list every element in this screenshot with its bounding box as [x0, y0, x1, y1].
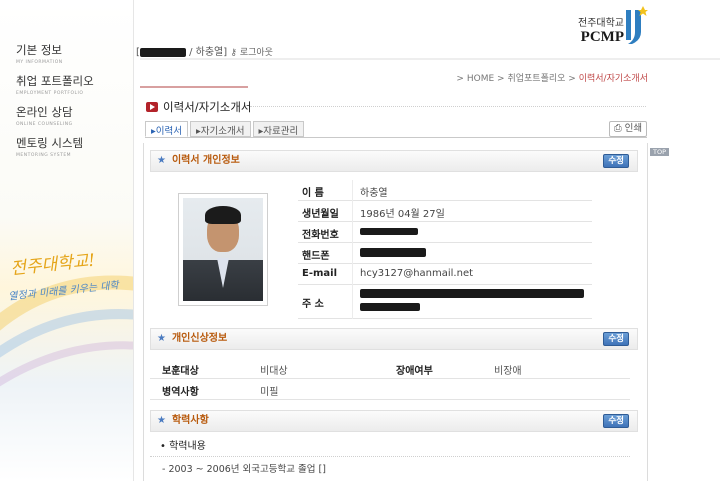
- sidebar-item-basic-info[interactable]: 기본 정보 MY INFORMATION: [16, 42, 63, 65]
- star-icon: ★: [157, 415, 166, 426]
- info-row-birthdate: 생년월일 1986년 04월 27일: [298, 201, 592, 222]
- background-row-2: 병역사항 미필: [150, 379, 630, 400]
- sidebar-item-label: 멘토링 시스템: [16, 136, 84, 150]
- section-header-education: ★ 학력사항 수정: [150, 410, 638, 432]
- info-row-address: 주 소: [298, 285, 592, 319]
- logout-link[interactable]: ⚷ 로그아웃: [230, 48, 273, 58]
- star-icon: ★: [157, 333, 166, 344]
- education-divider: [150, 456, 630, 457]
- logo-text-en: PCMP: [580, 29, 624, 45]
- sidebar-item-sublabel: ONLINE COUNSELING: [16, 122, 73, 127]
- logo-text-ko: 전주대학교: [578, 18, 624, 29]
- breadcrumb-current: 이력서/자기소개서: [578, 74, 648, 84]
- sidebar-item-label: 온라인 상담: [16, 105, 73, 119]
- accent-line: [140, 86, 248, 88]
- sidebar-item-sublabel: MENTORING SYSTEM: [16, 153, 72, 158]
- edit-button-education[interactable]: 수정: [603, 414, 629, 428]
- tab-underline: [145, 137, 647, 138]
- tab-self-introduction[interactable]: ▸자기소개서: [190, 121, 251, 137]
- top-button[interactable]: TOP: [650, 148, 670, 156]
- sidebar-item-label: 취업 포트폴리오: [16, 74, 94, 88]
- sidebar-item-employment-portfolio[interactable]: 취업 포트폴리오 EMPLOYMENT PORTFOLIO: [16, 73, 94, 96]
- education-heading: • 학력내용: [160, 441, 206, 452]
- masked-id: [139, 47, 186, 57]
- print-button[interactable]: ⎙ 인쇄: [609, 121, 647, 137]
- logo-mark-icon: [626, 6, 648, 44]
- tab-resume[interactable]: ▸이력서: [145, 121, 189, 137]
- info-row-mobile: 핸드폰: [298, 243, 592, 264]
- printer-icon: ⎙: [613, 123, 622, 134]
- play-icon: [146, 102, 158, 112]
- key-icon: ⚷: [230, 48, 237, 58]
- background-row-1: 보훈대상 비대상 장애여부 비장애: [150, 358, 630, 379]
- star-icon: ★: [157, 155, 166, 166]
- sidebar-item-sublabel: EMPLOYMENT PORTFOLIO: [16, 91, 84, 96]
- edit-button-background[interactable]: 수정: [603, 332, 629, 346]
- info-row-email: E-mail hcy3127@hanmail.net: [298, 264, 592, 285]
- edit-button-personal[interactable]: 수정: [603, 154, 629, 168]
- user-info: [ / 하충열] ⚷ 로그아웃: [136, 47, 273, 58]
- education-item: - 2003 ~ 2006년 외국고등학교 졸업 []: [162, 464, 326, 475]
- masked-address-2: [360, 303, 420, 311]
- sidebar-item-sublabel: MY INFORMATION: [16, 60, 63, 65]
- breadcrumb-section[interactable]: 취업포트폴리오: [507, 74, 565, 84]
- profile-photo: [178, 193, 268, 306]
- tab-bar: ▸이력서 ▸자기소개서 ▸자료관리: [145, 121, 305, 137]
- sidebar-item-label: 기본 정보: [16, 43, 62, 57]
- tab-materials[interactable]: ▸자료관리: [252, 121, 305, 137]
- user-name: 하충열: [195, 47, 224, 58]
- sidebar: 기본 정보 MY INFORMATION 취업 포트폴리오 EMPLOYMENT…: [0, 0, 134, 481]
- university-logo[interactable]: 전주대학교 PCMP: [578, 14, 624, 46]
- section-header-personal: ★ 이력서 개인정보 수정: [150, 150, 638, 172]
- section-header-background: ★ 개인신상정보 수정: [150, 328, 638, 350]
- sidebar-item-mentoring[interactable]: 멘토링 시스템 MENTORING SYSTEM: [16, 135, 83, 158]
- title-divider: [250, 106, 646, 107]
- breadcrumb: > HOME > 취업포트폴리오 > 이력서/자기소개서: [456, 74, 648, 84]
- sidebar-item-online-counseling[interactable]: 온라인 상담 ONLINE COUNSELING: [16, 104, 73, 127]
- info-row-phone: 전화번호: [298, 222, 592, 243]
- breadcrumb-home[interactable]: HOME: [467, 74, 494, 84]
- masked-mobile: [360, 247, 426, 257]
- info-row-name: 이 름 하충열: [298, 180, 592, 201]
- masked-phone: [360, 227, 418, 235]
- page-title: 이력서/자기소개서: [146, 99, 252, 115]
- masked-address-1: [360, 289, 584, 298]
